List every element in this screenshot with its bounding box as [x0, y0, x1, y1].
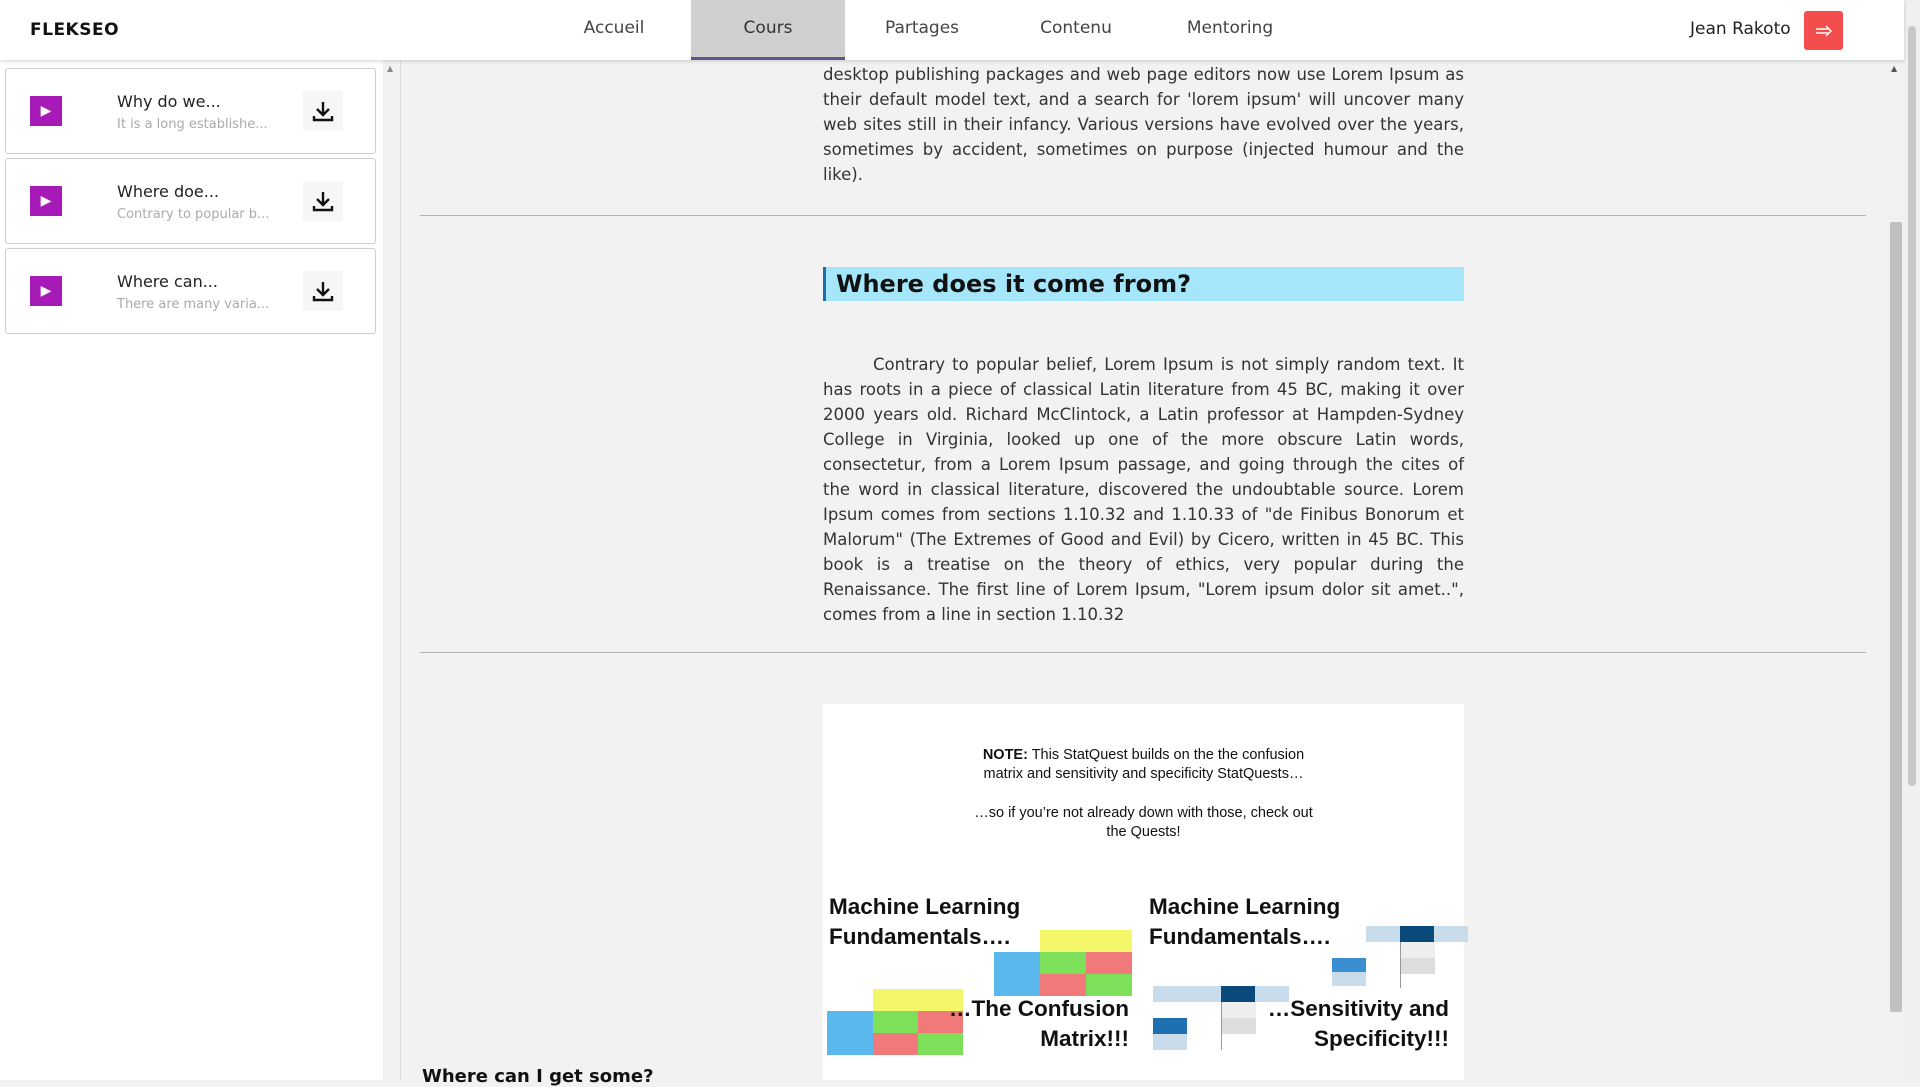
nav-accueil[interactable]: Accueil: [537, 0, 691, 60]
top-paragraph: desktop publishing packages and web page…: [823, 65, 1464, 184]
next-section-title: Where can I get some?: [422, 1066, 654, 1087]
thumbnail-title-line: Fundamentals….: [1149, 924, 1331, 949]
scroll-up-arrow-icon[interactable]: ▲: [1891, 64, 1897, 73]
lesson-title: Where can...: [117, 272, 218, 291]
lesson-subtitle: Contrary to popular b...: [117, 207, 270, 222]
play-icon[interactable]: ▶: [30, 186, 62, 216]
note-text: …so if you’re not already down with thos…: [974, 805, 1313, 821]
thumbnail-subtitle-line: Matrix!!!: [1040, 1026, 1129, 1051]
download-icon[interactable]: [303, 271, 343, 311]
note-label: NOTE:: [982, 747, 1028, 763]
lesson-sidebar: ▶ Why do we... It is a long establishe..…: [0, 60, 383, 1080]
section-divider: [420, 215, 1866, 216]
lesson-subtitle: There are many varia...: [117, 297, 270, 312]
nav-contenu[interactable]: Contenu: [999, 0, 1153, 60]
download-icon[interactable]: [303, 91, 343, 131]
thumbnail-subtitle-line: Specificity!!!: [1313, 1026, 1449, 1051]
thumbnail-subtitle: …The Confusion Matrix!!!: [923, 994, 1129, 1054]
course-content: desktop publishing packages and web page…: [401, 60, 1888, 1080]
thumbnail-title-line: Machine Learning: [829, 894, 1021, 919]
thumbnail-title: Machine Learning Fundamentals….: [829, 892, 1020, 952]
lesson-item[interactable]: ▶ Why do we... It is a long establishe..…: [5, 68, 376, 154]
content-scrollbar-thumb[interactable]: [1890, 222, 1902, 1012]
thumbnail-subtitle: …Sensitivity and Specificity!!!: [1243, 994, 1449, 1054]
arrow-right-icon: [1815, 25, 1832, 36]
slide-note: …so if you’re not already down with thos…: [823, 804, 1464, 842]
main-nav: Accueil Cours Partages Contenu Mentoring: [537, 0, 1307, 60]
thumbnail-title: Machine Learning Fundamentals….: [1149, 892, 1340, 952]
thumbnail-title-line: Fundamentals….: [829, 924, 1011, 949]
window-scrollbar-thumb[interactable]: [1908, 26, 1916, 786]
download-icon[interactable]: [303, 181, 343, 221]
lesson-item[interactable]: ▶ Where can... There are many varia...: [5, 248, 376, 334]
lesson-subtitle: It is a long establishe...: [117, 117, 268, 132]
lesson-item[interactable]: ▶ Where doe... Contrary to popular b...: [5, 158, 376, 244]
play-icon[interactable]: ▶: [30, 276, 62, 306]
scroll-up-arrow-icon[interactable]: ▲: [387, 64, 393, 73]
play-icon[interactable]: ▶: [30, 96, 62, 126]
section-divider: [420, 652, 1866, 653]
thumbnail-subtitle-line: …The Confusion: [949, 996, 1129, 1021]
note-text: This StatQuest builds on the the confusi…: [1027, 747, 1305, 763]
lesson-title: Why do we...: [117, 92, 221, 111]
nav-cours[interactable]: Cours: [691, 0, 845, 60]
note-text: the Quests!: [1106, 824, 1181, 840]
section-title: Where does it come from?: [823, 267, 1464, 301]
brand-logo[interactable]: FLEKSEO: [30, 20, 119, 40]
user-name[interactable]: Jean Rakoto: [1690, 19, 1791, 39]
thumbnail-subtitle-line: …Sensitivity and: [1267, 996, 1449, 1021]
section-paragraph: Contrary to popular belief, Lorem Ipsum …: [823, 355, 1464, 624]
lesson-title: Where doe...: [117, 182, 220, 201]
top-navbar: FLEKSEO Accueil Cours Partages Contenu M…: [0, 0, 1904, 60]
note-text: matrix and sensitivity and specificity S…: [983, 766, 1304, 782]
thumbnail-title-line: Machine Learning: [1149, 894, 1341, 919]
slide-image: NOTE: This StatQuest builds on the the c…: [823, 704, 1468, 1080]
slide-note: NOTE: This StatQuest builds on the the c…: [823, 746, 1464, 784]
sidebar-scrollbar[interactable]: [383, 60, 401, 1080]
nav-mentoring[interactable]: Mentoring: [1153, 0, 1307, 60]
logout-button[interactable]: [1804, 11, 1843, 50]
nav-partages[interactable]: Partages: [845, 0, 999, 60]
